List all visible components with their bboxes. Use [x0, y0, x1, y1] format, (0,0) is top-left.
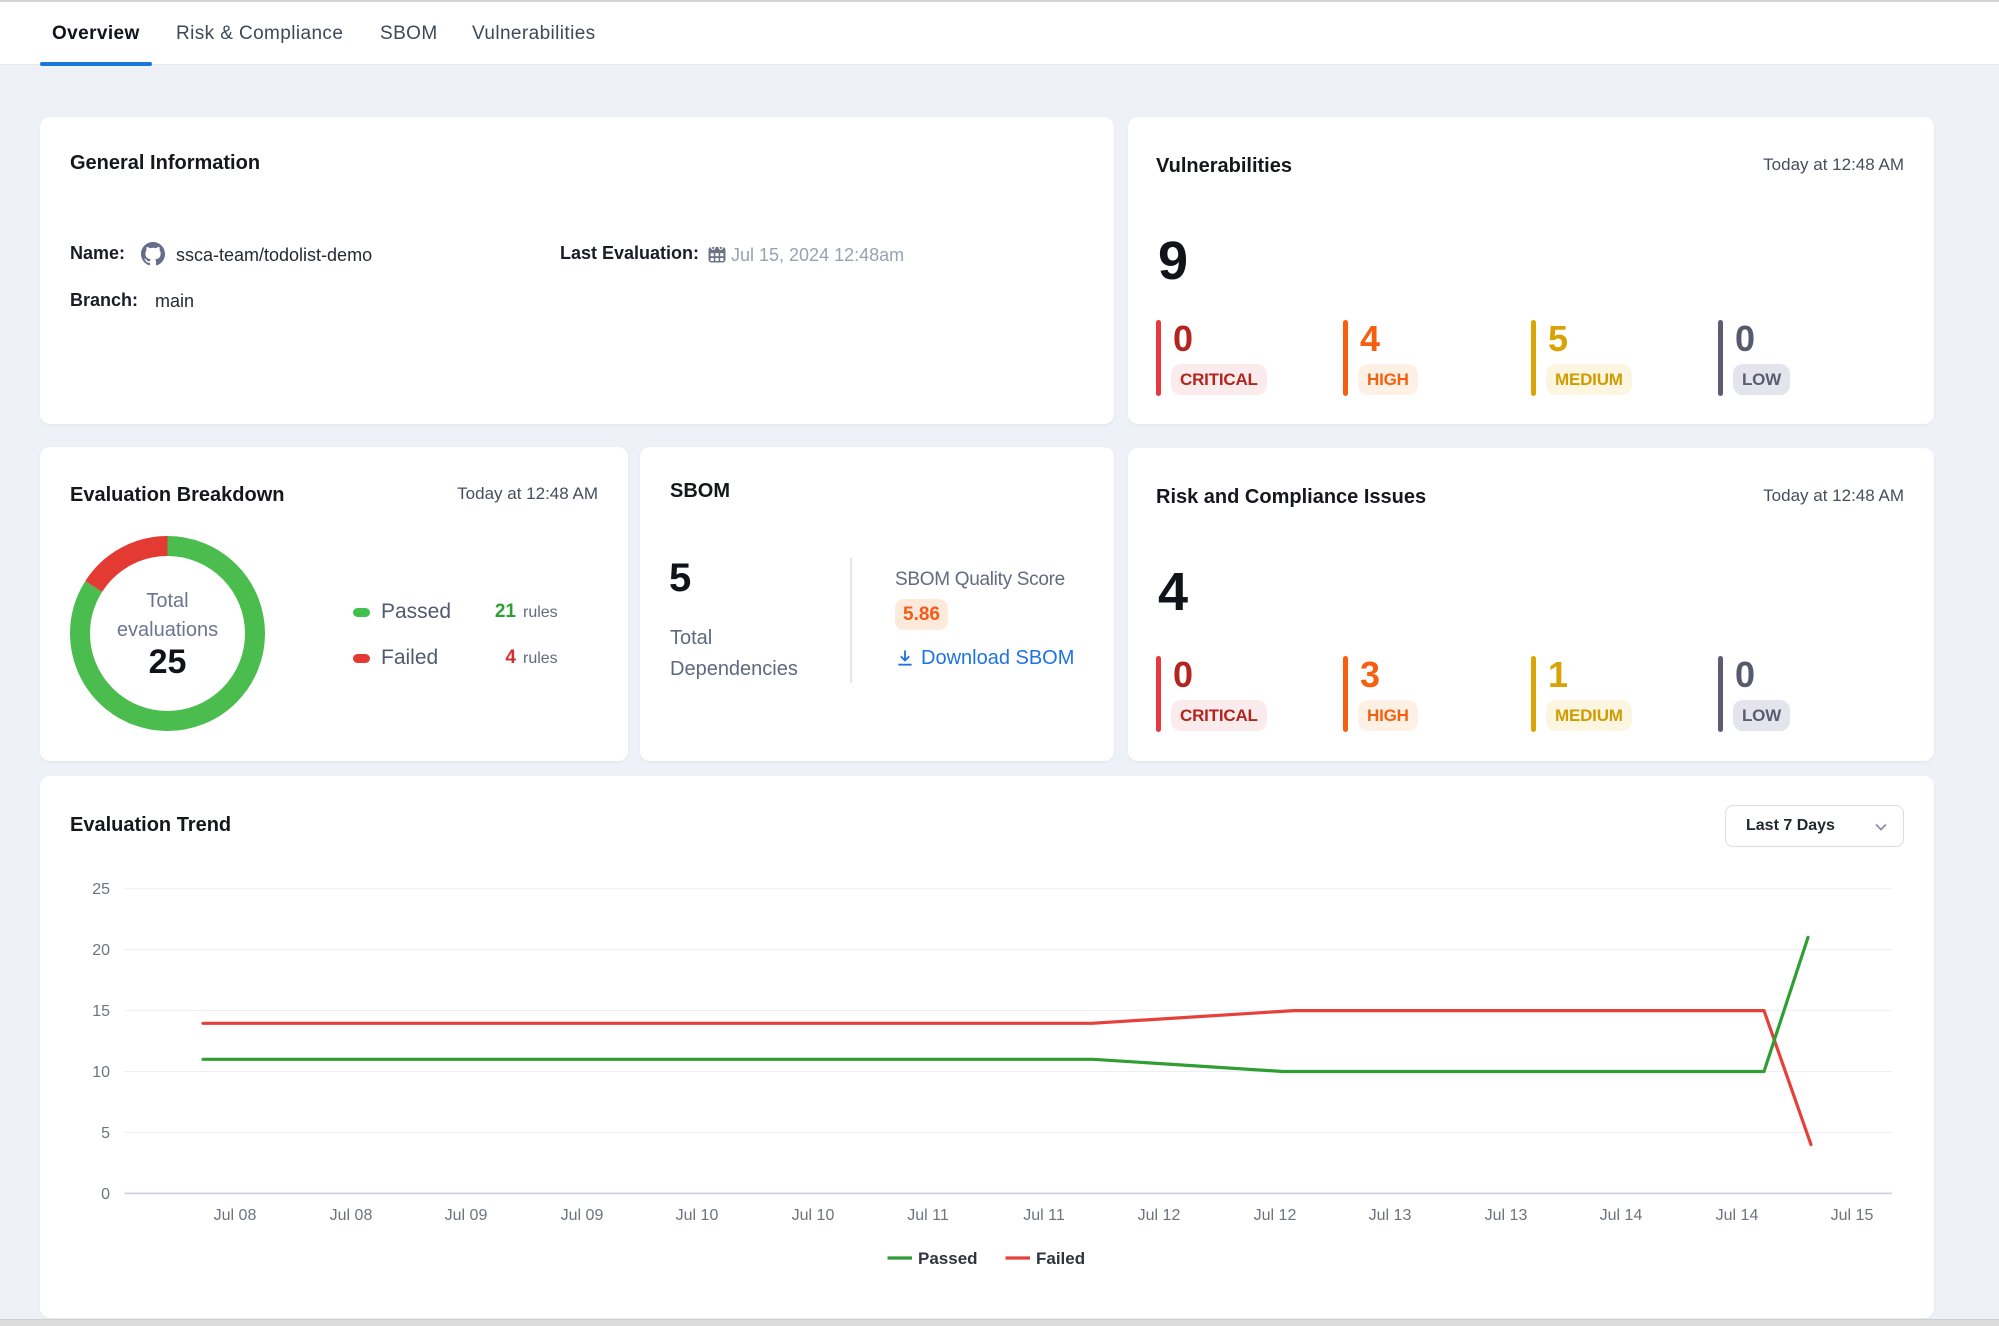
svg-text:Jul 11: Jul 11 [907, 1207, 949, 1224]
svg-text:Jul 08: Jul 08 [214, 1207, 257, 1224]
svg-text:15: 15 [92, 1003, 110, 1020]
svg-text:Jul 12: Jul 12 [1138, 1207, 1181, 1224]
svg-text:Passed: Passed [918, 1249, 978, 1268]
svg-text:Jul 13: Jul 13 [1369, 1207, 1412, 1224]
svg-text:Jul 10: Jul 10 [792, 1207, 835, 1224]
svg-text:25: 25 [92, 881, 110, 898]
svg-text:Jul 10: Jul 10 [676, 1207, 719, 1224]
svg-text:10: 10 [92, 1064, 110, 1081]
svg-text:Failed: Failed [1036, 1249, 1085, 1268]
svg-text:Jul 11: Jul 11 [1023, 1207, 1065, 1224]
svg-text:Jul 12: Jul 12 [1254, 1207, 1297, 1224]
svg-text:Jul 14: Jul 14 [1716, 1207, 1759, 1224]
svg-text:Jul 08: Jul 08 [330, 1207, 373, 1224]
svg-text:0: 0 [101, 1186, 110, 1203]
svg-text:Jul 15: Jul 15 [1831, 1207, 1874, 1224]
svg-text:20: 20 [92, 942, 110, 959]
svg-text:Jul 09: Jul 09 [445, 1207, 488, 1224]
svg-text:Jul 09: Jul 09 [561, 1207, 604, 1224]
svg-text:Jul 14: Jul 14 [1600, 1207, 1643, 1224]
svg-text:5: 5 [101, 1125, 110, 1142]
svg-text:Jul 13: Jul 13 [1485, 1207, 1528, 1224]
